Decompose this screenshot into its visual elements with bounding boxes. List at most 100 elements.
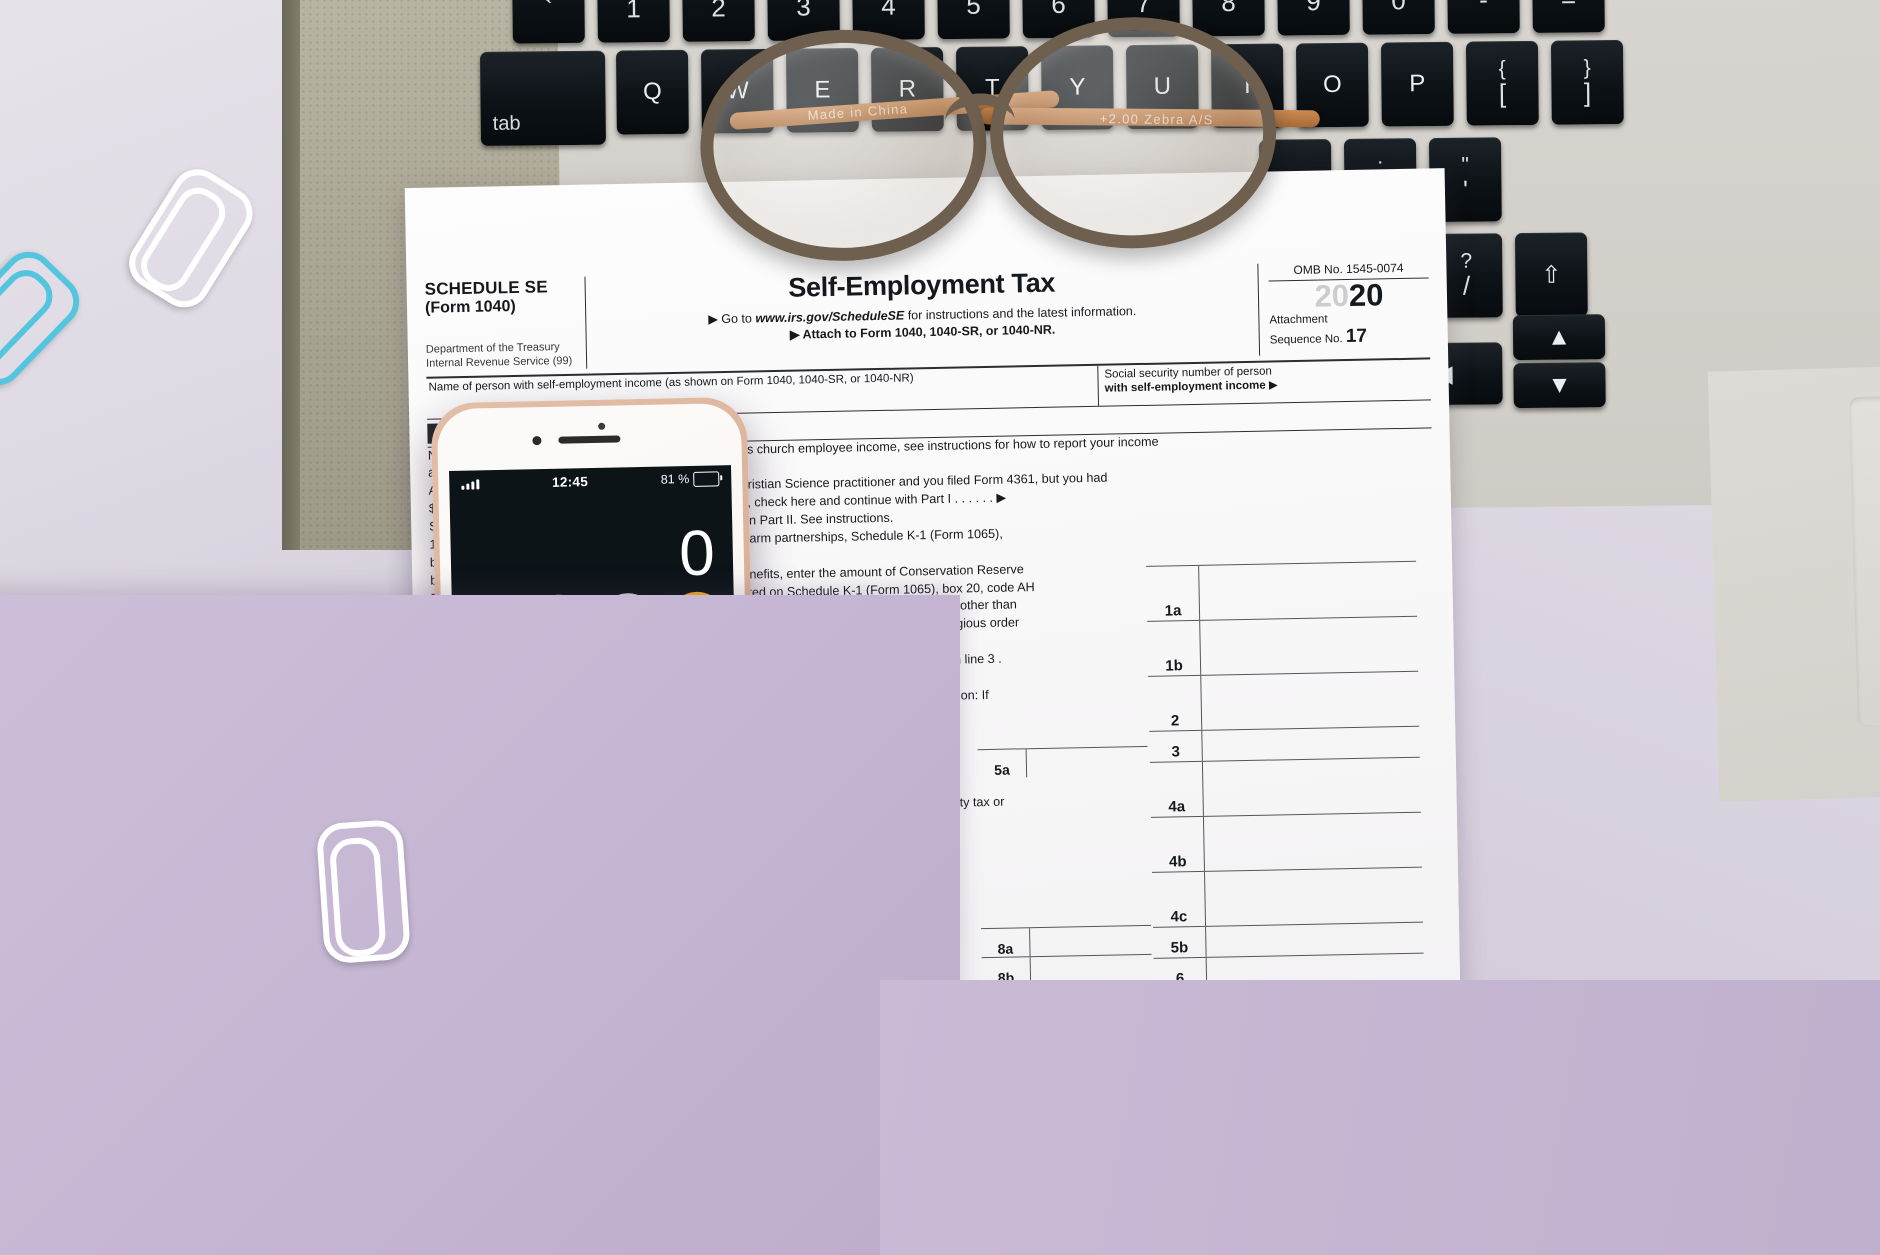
key-lower-label: 3 (796, 0, 811, 22)
key-lower-label: = (1561, 0, 1577, 14)
form-line-number: 1b (1147, 620, 1202, 676)
battery-icon (693, 470, 720, 487)
form-identity-block: SCHEDULE SE (Form 1040) Department of th… (424, 276, 588, 372)
key-lower-label: / (1462, 270, 1471, 301)
ssn-field-label[interactable]: Social security number of person with se… (1098, 359, 1431, 405)
key-p[interactable]: P (1380, 41, 1454, 127)
key-bracket-right[interactable]: }] (1550, 39, 1624, 125)
key-upper-label: { (1498, 56, 1506, 80)
key-arrow-up[interactable]: ▲ (1512, 314, 1606, 361)
form-line-row[interactable]: 5b (1153, 921, 1424, 958)
key-lower-label: 4 (881, 0, 896, 21)
signal-bars-icon (461, 478, 480, 490)
form-line-number: 2 (1148, 675, 1203, 731)
form-line-number: 4a (1149, 761, 1204, 817)
form-omb-block: OMB No. 1545-0074 2020 Attachment Sequen… (1257, 260, 1431, 356)
form-number-label: (Form 1040) (424, 297, 516, 317)
form-line-row[interactable]: 4a (1149, 756, 1421, 817)
form-subline-value-field[interactable] (1030, 926, 1152, 956)
form-line-number: 1a (1146, 565, 1201, 621)
calculator-display-value: 0 (678, 516, 716, 590)
glasses-lens-left (697, 26, 990, 265)
attachment-sequence: Attachment Sequence No. 17 (1269, 312, 1368, 348)
form-line-row[interactable]: 4c (1151, 866, 1423, 927)
form-line-row[interactable]: 1a (1146, 560, 1418, 621)
key-backtick[interactable]: ~` (511, 0, 585, 44)
key-lower-label: Q (642, 78, 662, 106)
attachment-number: 17 (1345, 325, 1368, 348)
key-lower-label: ⇧ (1541, 261, 1562, 289)
key-lower-label: 0 (1391, 0, 1406, 16)
key-lower-label: 1 (626, 0, 641, 23)
department-line-2: Internal Revenue Service (99) (425, 354, 573, 370)
form-line-value-field[interactable] (1201, 672, 1419, 730)
key-1[interactable]: !1 (596, 0, 670, 43)
form-line-number: 4b (1150, 816, 1205, 872)
form-line-row[interactable]: 4b (1150, 811, 1422, 872)
form-line-value-field[interactable] (1202, 727, 1420, 761)
key-upper-label: ? (1460, 249, 1473, 273)
form-line-value-field[interactable] (1206, 923, 1424, 957)
key-0[interactable]: )0 (1361, 0, 1435, 35)
form-line-number: 5b (1153, 926, 1207, 958)
form-subline-row[interactable]: 8a (981, 924, 1152, 958)
goto-prefix: Go to (721, 311, 753, 327)
form-title-block: Self-Employment Tax ▶ Go to www.irs.gov/… (585, 264, 1259, 368)
form-line-row[interactable]: 1b (1147, 615, 1419, 676)
form-line-row[interactable]: 2 (1148, 670, 1420, 731)
lavender-surface-bottom-right (880, 980, 1880, 1255)
reading-glasses: Made in China +2.00 Zebra A/S (687, 11, 1372, 265)
form-header: SCHEDULE SE (Form 1040) Department of th… (424, 260, 1431, 379)
form-line-number: 4c (1152, 871, 1207, 927)
key-bracket-left[interactable]: {[ (1465, 40, 1539, 126)
key-lower-label: [ (1498, 77, 1507, 108)
desk-flatlay-scene: ~`!1@2#3$4%5^6&7*8(9)0—-+=tabQWERTYUIOP{… (0, 0, 1880, 1255)
lavender-folder (0, 595, 960, 1255)
proximity-sensor-icon (598, 422, 606, 430)
key-shift-right[interactable]: ⇧ (1514, 232, 1588, 318)
key-tab[interactable]: tab (479, 50, 606, 146)
key-q[interactable]: Q (615, 49, 689, 135)
form-line-value-field[interactable] (1200, 617, 1418, 675)
key-upper-label: } (1583, 55, 1591, 79)
form-subline-number: 5a (977, 749, 1028, 779)
status-bar-right: 81 % (660, 470, 720, 487)
form-line-value-field[interactable] (1204, 813, 1422, 871)
key-lower-label: ▲ (1546, 323, 1572, 351)
calculator-display: 0 (450, 491, 734, 593)
white-paperclip-bottom (315, 818, 412, 965)
goto-suffix: for instructions and the latest informat… (907, 304, 1137, 323)
tax-year-ghost: 20 (1314, 277, 1350, 314)
key-upper-label: " (1461, 153, 1470, 177)
form-subline-value-field[interactable] (1027, 747, 1149, 777)
form-line-value-field[interactable] (1203, 758, 1421, 816)
form-subline-number: 8a (981, 928, 1031, 958)
key-=[interactable]: += (1531, 0, 1605, 33)
key-lower-label: ▼ (1547, 371, 1572, 399)
key-lower-label: 6 (1051, 0, 1066, 19)
glasses-lens-right (987, 13, 1280, 253)
form-line-row[interactable]: 3 (1149, 725, 1420, 762)
form-line-value-field[interactable] (1205, 868, 1423, 926)
key-label: tab (492, 112, 521, 135)
tax-year-bold: 20 (1348, 277, 1384, 313)
key-arrow-down[interactable]: ▼ (1513, 362, 1606, 409)
key-lower-label: 2 (711, 0, 726, 23)
form-title: Self-Employment Tax (787, 267, 1056, 303)
form-line-value-field[interactable] (1199, 562, 1417, 620)
front-camera-icon (532, 436, 542, 446)
key-lower-label: P (1409, 70, 1426, 98)
key-lower-label: 5 (966, 0, 981, 20)
goto-url: www.irs.gov/ScheduleSE (755, 308, 905, 326)
key-lower-label: ] (1583, 76, 1592, 107)
tax-year: 2020 (1269, 277, 1430, 314)
form-line-number: 3 (1149, 730, 1203, 762)
key-lower-label: ` (544, 0, 554, 24)
key-lower-label: 7 (1136, 0, 1151, 18)
earpiece-speaker (558, 435, 621, 444)
form-subline-row[interactable]: 5a (977, 745, 1149, 779)
key-lower-label: - (1479, 0, 1488, 15)
battery-percent-label: 81 % (660, 471, 690, 487)
status-bar-time: 12:45 (551, 473, 589, 490)
key--[interactable]: —- (1446, 0, 1520, 34)
